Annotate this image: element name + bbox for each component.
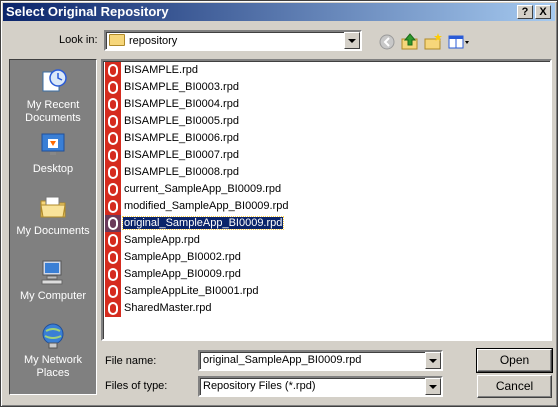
place-network-places[interactable]: My Network Places [10,321,96,380]
look-in-label: Look in: [59,34,98,46]
file-name: SampleAppLite_BI0001.rpd [124,285,259,297]
rpd-file-icon [105,164,121,181]
file-type-value: Repository Files (*.rpd) [203,380,316,392]
my-computer-icon [41,260,63,285]
file-name: BISAMPLE_BI0008.rpd [124,166,239,178]
chevron-down-icon[interactable] [344,32,360,49]
file-name: BISAMPLE_BI0005.rpd [124,115,239,127]
dialog-title: Select Original Repository [6,4,169,19]
file-name: BISAMPLE_BI0006.rpd [124,132,239,144]
rpd-file-icon [105,130,121,147]
look-in-value: repository [129,35,178,47]
file-name-label: File name: [105,355,157,367]
place-my-computer[interactable]: My Computer [10,257,96,303]
back-icon[interactable] [376,31,398,53]
file-list[interactable]: BISAMPLE.rpd BISAMPLE_BI0003.rpd BISAMPL… [101,59,552,341]
chevron-down-icon[interactable] [425,378,441,395]
file-name: SampleApp_BI0002.rpd [124,251,241,263]
file-name: current_SampleApp_BI0009.rpd [124,183,282,195]
rpd-file-icon [105,215,121,232]
file-name: original_SampleApp_BI0009.rpd [121,216,285,230]
dialog-window: Select Original Repository ? X Look in: … [0,0,558,407]
file-name: SampleApp_BI0009.rpd [124,268,241,280]
up-folder-icon[interactable] [399,31,421,53]
place-label: My Computer [19,290,87,302]
new-folder-icon[interactable] [422,31,444,53]
rpd-file-icon [105,79,121,96]
file-type-dropdown[interactable]: Repository Files (*.rpd) [198,376,443,397]
file-name: SampleApp.rpd [124,234,200,246]
file-name: BISAMPLE.rpd [124,64,198,76]
close-button[interactable]: X [535,5,551,19]
file-name: SharedMaster.rpd [124,302,212,314]
look-in-dropdown[interactable]: repository [104,30,362,51]
rpd-file-icon [105,147,121,164]
view-menu-icon[interactable] [446,31,472,53]
rpd-file-icon [105,266,121,283]
title-bar[interactable]: Select Original Repository ? X [3,3,555,21]
file-type-label: Files of type: [105,380,168,392]
file-name: modified_SampleApp_BI0009.rpd [124,200,289,212]
file-name-input[interactable]: original_SampleApp_BI0009.rpd [198,350,443,371]
desktop-icon [41,133,65,155]
recent-documents-icon [42,69,67,92]
rpd-file-icon [105,232,121,249]
place-label: My Recent Documents [25,99,81,124]
rpd-file-icon [105,198,121,215]
rpd-file-icon [105,181,121,198]
cancel-button[interactable]: Cancel [477,375,552,398]
file-name: BISAMPLE_BI0004.rpd [124,98,239,110]
folder-icon [109,34,125,46]
file-name-value: original_SampleApp_BI0009.rpd [203,354,362,366]
rpd-file-icon [105,300,121,317]
file-name: BISAMPLE_BI0003.rpd [124,81,239,93]
rpd-file-icon [105,96,121,113]
rpd-file-icon [105,113,121,130]
place-label: My Network Places [23,354,83,379]
rpd-file-icon [105,249,121,266]
network-places-icon [42,323,64,349]
place-desktop[interactable]: Desktop [10,130,96,176]
place-my-documents[interactable]: My Documents [10,192,96,238]
rpd-file-icon [105,283,121,300]
place-label: Desktop [32,163,74,175]
place-recent-documents[interactable]: My Recent Documents [10,66,96,125]
place-label: My Documents [16,225,90,237]
rpd-file-icon [105,62,121,79]
help-button[interactable]: ? [517,5,533,19]
open-button[interactable]: Open [476,348,553,373]
places-bar: My Recent Documents Desktop My Documents [9,59,97,395]
my-documents-icon [40,196,66,218]
file-name: BISAMPLE_BI0007.rpd [124,149,239,161]
chevron-down-icon[interactable] [425,352,441,369]
